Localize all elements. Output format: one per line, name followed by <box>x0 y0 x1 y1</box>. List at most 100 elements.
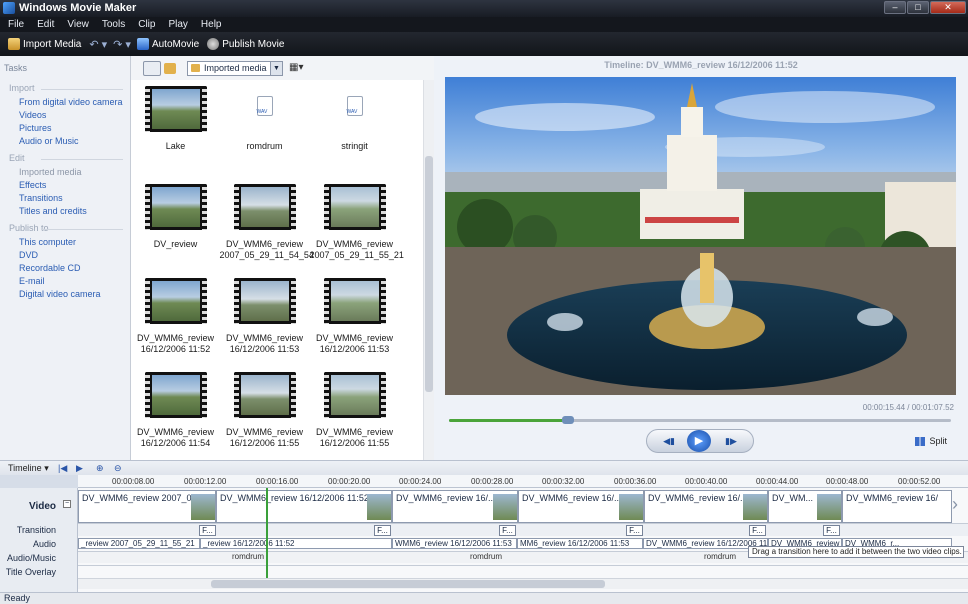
collection-clip[interactable]: DV_WMM6_review 2007_05_29_11_55_21 <box>309 184 404 261</box>
previous-frame-icon[interactable]: ◀▮ <box>661 433 677 449</box>
menu-tools[interactable]: Tools <box>102 17 125 32</box>
play-timeline-icon[interactable]: ▶ <box>76 463 83 474</box>
timeline-dropdown[interactable]: Timeline ▾ <box>8 463 49 474</box>
title-overlay-track[interactable] <box>78 565 968 578</box>
transition-chip[interactable]: F... <box>199 525 216 536</box>
task-transitions[interactable]: Transitions <box>19 193 63 203</box>
next-frame-icon[interactable]: ▮▶ <box>723 433 739 449</box>
task-recordable-cd[interactable]: Recordable CD <box>19 263 81 273</box>
audio-clip[interactable]: _review 16/12/2006 11:52 <box>200 538 392 549</box>
transition-chip[interactable]: F... <box>374 525 391 536</box>
video-clip[interactable]: DV_WMM6_review 16/... <box>518 490 644 523</box>
task-this-computer[interactable]: This computer <box>19 237 76 247</box>
collection-toolbar: Imported media ▼ ▦▾ <box>131 56 434 80</box>
clip-thumbnail <box>233 278 296 324</box>
menu-view[interactable]: View <box>67 17 89 32</box>
publish-movie-button[interactable]: Publish Movie <box>207 38 284 50</box>
undo-icon[interactable]: ↶ ▾ <box>89 38 107 51</box>
timeline-scrollbar-thumb[interactable] <box>211 580 605 588</box>
automovie-label: AutoMovie <box>151 38 200 50</box>
zoom-in-icon[interactable]: ⊕ <box>96 463 104 474</box>
automovie-button[interactable]: AutoMovie <box>136 38 200 50</box>
app-icon <box>3 2 15 14</box>
collection-clip[interactable]: DV_WMM6_review 16/12/2006 11:55 <box>220 372 310 449</box>
video-clip[interactable]: DV_WMM6_review 2007_05_29... <box>78 490 216 523</box>
collapse-icon[interactable]: − <box>63 500 71 508</box>
task-email[interactable]: E-mail <box>19 276 45 286</box>
video-clip-label: DV_WMM6_review 16/... <box>396 493 496 503</box>
collection-clip[interactable]: DV_WMM6_review 16/12/2006 11:54 <box>131 372 221 449</box>
view-options-icon[interactable]: ▦▾ <box>289 62 303 73</box>
clip-name: DV_WMM6_review 2007_05_29_11_54_54 <box>219 239 314 260</box>
playhead[interactable] <box>266 488 268 580</box>
ruler-tick: 00:00:52.00 <box>898 477 941 486</box>
close-button[interactable]: ✕ <box>930 1 966 14</box>
music-clip-label[interactable]: romdrum <box>704 552 736 561</box>
clip-thumbnail <box>367 494 391 520</box>
play-button[interactable]: ▶ <box>687 430 711 452</box>
maximize-button[interactable]: □ <box>907 1 929 14</box>
clip-name: DV_WMM6_review 16/12/2006 11:55 <box>225 427 303 448</box>
collection-scrollbar[interactable] <box>423 80 434 460</box>
music-clip-label[interactable]: romdrum <box>470 552 502 561</box>
timeline-scrollbar[interactable] <box>78 578 968 589</box>
collection-clip[interactable]: DV_WMM6_review 16/12/2006 11:55 <box>310 372 400 449</box>
split-button[interactable]: Split <box>915 436 947 446</box>
clip-name: DV_WMM6_review 2007_05_29_11_55_21 <box>309 239 404 260</box>
transition-chip[interactable]: F... <box>499 525 516 536</box>
clip-name: DV_WMM6_review 16/12/2006 11:55 <box>315 427 393 448</box>
collection-dropdown[interactable]: Imported media ▼ <box>187 61 283 76</box>
collection-clip[interactable]: DV_WMM6_review 16/12/2006 11:52 <box>131 278 221 355</box>
transition-chip[interactable]: F... <box>823 525 840 536</box>
collection-clip[interactable]: DV_WMM6_review 16/12/2006 11:53 <box>310 278 400 355</box>
collection-clip[interactable]: DV_review <box>131 184 221 250</box>
menu-edit[interactable]: Edit <box>37 17 54 32</box>
task-dvd[interactable]: DVD <box>19 250 38 260</box>
menu-file[interactable]: File <box>8 17 24 32</box>
timeline-ruler[interactable]: 00:00:08.00 00:00:12.00 00:00:16.00 00:0… <box>78 475 968 488</box>
task-audio-music[interactable]: Audio or Music <box>19 136 79 146</box>
seek-bar[interactable] <box>449 416 951 424</box>
folder-icon[interactable] <box>164 63 176 74</box>
import-media-button[interactable]: Import Media <box>8 38 81 50</box>
task-pictures[interactable]: Pictures <box>19 123 52 133</box>
collection-clip[interactable]: DV_WMM6_review 16/12/2006 11:53 <box>220 278 310 355</box>
ruler-tick: 00:00:36.00 <box>614 477 657 486</box>
menu-play[interactable]: Play <box>168 17 187 32</box>
menu-help[interactable]: Help <box>201 17 222 32</box>
timeline-toolbar: Timeline ▾ |◀ ▶ ⊕ ⊖ <box>0 460 968 475</box>
menu-clip[interactable]: Clip <box>138 17 155 32</box>
audio-clip[interactable]: WMM6_review 16/12/2006 11:53 <box>392 538 517 549</box>
video-clip[interactable]: DV_WM... <box>768 490 842 523</box>
zoom-out-icon[interactable]: ⊖ <box>114 463 122 474</box>
collection-clip[interactable]: stringit <box>310 86 400 152</box>
transition-chip[interactable]: F... <box>749 525 766 536</box>
task-from-camera[interactable]: From digital video camera <box>19 97 123 107</box>
video-clip[interactable]: DV_WMM6_review 16/... <box>392 490 518 523</box>
video-clip[interactable]: DV_WMM6_review 16/12/2006 11:52 <box>216 490 392 523</box>
task-imported-media[interactable]: Imported media <box>19 167 82 177</box>
audio-clip[interactable]: _review 2007_05_29_11_55_21 <box>78 538 200 549</box>
scrollbar-thumb[interactable] <box>425 156 433 392</box>
clip-thumbnail <box>619 494 643 520</box>
chevron-right-icon[interactable]: › <box>952 494 958 515</box>
video-clip[interactable]: DV_WMM6_review 16/... <box>644 490 768 523</box>
tasks-toggle-button[interactable] <box>143 61 161 76</box>
transition-chip[interactable]: F... <box>626 525 643 536</box>
audio-clip[interactable]: MM6_review 16/12/2006 11:53 <box>517 538 643 549</box>
task-videos[interactable]: Videos <box>19 110 46 120</box>
ruler-tick: 00:00:12.00 <box>184 477 227 486</box>
collection-clip[interactable]: DV_WMM6_review 2007_05_29_11_54_54 <box>219 184 314 261</box>
clip-name: Lake <box>165 141 186 151</box>
minimize-button[interactable]: – <box>884 1 906 14</box>
collection-clip[interactable]: romdrum <box>220 86 310 152</box>
task-effects[interactable]: Effects <box>19 180 46 190</box>
music-clip-label[interactable]: romdrum <box>232 552 264 561</box>
video-clip[interactable]: DV_WMM6_review 16/ <box>842 490 952 523</box>
task-digital-camera[interactable]: Digital video camera <box>19 289 101 299</box>
collection-clip[interactable]: Lake <box>131 86 221 152</box>
rewind-icon[interactable]: |◀ <box>58 463 67 474</box>
task-titles-credits[interactable]: Titles and credits <box>19 206 87 216</box>
seek-knob[interactable] <box>562 416 574 424</box>
redo-icon[interactable]: ↷ ▾ <box>113 38 131 51</box>
